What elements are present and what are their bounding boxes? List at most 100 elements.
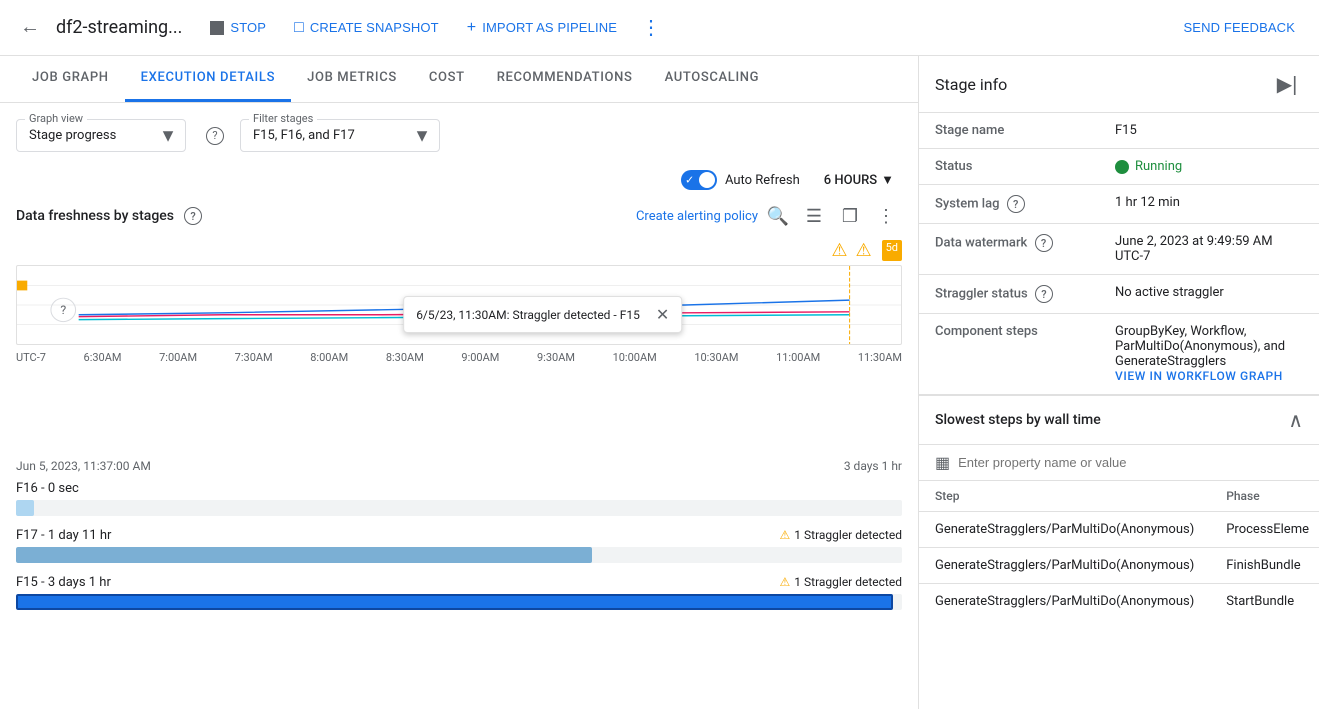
straggler-status-value: No active straggler xyxy=(1099,275,1319,314)
tab-recommendations[interactable]: RECOMMENDATIONS xyxy=(481,56,649,102)
stage-time-left: Jun 5, 2023, 11:37:00 AM xyxy=(16,459,151,473)
warning-icon-f17: ⚠ xyxy=(780,528,791,542)
stage-item-f16: F16 - 0 sec xyxy=(16,481,902,516)
graph-controls: Graph view Stage progress ▼ ? Filter sta… xyxy=(0,103,918,168)
tooltip-close-button[interactable]: ✕ xyxy=(656,305,669,324)
stop-button[interactable]: STOP xyxy=(198,14,278,41)
time-range-selector[interactable]: 6 HOURS ▼ xyxy=(816,168,902,192)
send-feedback-button[interactable]: SEND FEEDBACK xyxy=(1172,14,1308,41)
more-chart-icon: ⋮ xyxy=(877,206,895,227)
slowest-steps-title: Slowest steps by wall time xyxy=(935,412,1101,428)
filter-icon: ☰ xyxy=(806,206,822,227)
filter-input[interactable] xyxy=(958,455,1303,470)
slowest-collapse-icon[interactable]: ∧ xyxy=(1288,408,1303,432)
warning-icon-1: ⚠ xyxy=(831,240,847,261)
system-lag-help-icon[interactable]: ? xyxy=(1007,195,1025,213)
data-watermark-value: June 2, 2023 at 9:49:59 AM UTC-7 xyxy=(1099,224,1319,275)
stage-bar-f17 xyxy=(16,547,592,563)
graph-view-label: Graph view xyxy=(25,112,87,125)
time-range-dropdown-icon: ▼ xyxy=(881,172,894,188)
expand-chart-button[interactable]: ❐ xyxy=(834,200,866,232)
warning-icon-2: ⚠ xyxy=(855,240,871,261)
tab-job-metrics[interactable]: JOB METRICS xyxy=(291,56,413,102)
top-bar: ← df2-streaming... STOP □ CREATE SNAPSHO… xyxy=(0,0,1319,56)
warning-icon-f15: ⚠ xyxy=(780,575,791,589)
info-row-data-watermark: Data watermark ? June 2, 2023 at 9:49:59… xyxy=(919,224,1319,275)
phase-cell: FinishBundle xyxy=(1210,548,1319,584)
auto-refresh-row: ✓ Auto Refresh 6 HOURS ▼ xyxy=(0,168,918,200)
create-alert-link[interactable]: Create alerting policy xyxy=(636,209,758,224)
component-steps-value: GroupByKey, Workflow, ParMultiDo(Anonymo… xyxy=(1115,324,1303,369)
toggle-thumb xyxy=(699,172,715,188)
search-icon: 🔍 xyxy=(767,206,789,227)
phase-col-header: Phase xyxy=(1210,481,1319,512)
steps-table: Step Phase GenerateStragglers/ParMultiDo… xyxy=(919,481,1319,619)
search-chart-button[interactable]: 🔍 xyxy=(762,200,794,232)
create-snapshot-button[interactable]: □ CREATE SNAPSHOT xyxy=(282,13,451,43)
stage-name-f17: F17 - 1 day 11 hr xyxy=(16,528,111,543)
status-badge: Running xyxy=(1115,159,1303,174)
stage-info-table: Stage name F15 Status Running System lag… xyxy=(919,113,1319,395)
chart-container: ? 6/5/23, 11:30AM: Straggler detected - … xyxy=(16,265,902,345)
tab-execution-details[interactable]: EXECUTION DETAILS xyxy=(125,56,291,102)
status-running-icon xyxy=(1115,160,1129,174)
slowest-steps-header: Slowest steps by wall time ∧ xyxy=(919,396,1319,445)
auto-refresh-toggle[interactable]: ✓ Auto Refresh xyxy=(681,170,800,190)
straggler-help-icon[interactable]: ? xyxy=(1035,285,1053,303)
stage-time-right: 3 days 1 hr xyxy=(844,459,902,473)
straggler-warning-f15: ⚠ 1 Straggler detected xyxy=(780,575,902,589)
back-button[interactable]: ← xyxy=(12,10,48,46)
table-row: GenerateStragglers/ParMultiDo(Anonymous)… xyxy=(919,584,1319,620)
graph-view-selector[interactable]: Graph view Stage progress ▼ xyxy=(16,119,186,152)
data-watermark-help-icon[interactable]: ? xyxy=(1035,234,1053,252)
chart-help-icon[interactable]: ? xyxy=(184,207,202,225)
more-chart-button[interactable]: ⋮ xyxy=(870,200,902,232)
job-title: df2-streaming... xyxy=(56,17,182,38)
stage-bar-track-f15 xyxy=(16,594,902,610)
table-row: GenerateStragglers/ParMultiDo(Anonymous)… xyxy=(919,512,1319,548)
filter-stages-selector[interactable]: Filter stages F15, F16, and F17 ▼ xyxy=(240,119,440,152)
stage-bar-track-f17 xyxy=(16,547,902,563)
component-steps-label: Component steps xyxy=(919,314,1099,395)
tab-cost[interactable]: COST xyxy=(413,56,481,102)
tab-job-graph[interactable]: JOB GRAPH xyxy=(16,56,125,102)
step-cell: GenerateStragglers/ParMultiDo(Anonymous) xyxy=(919,584,1210,620)
import-pipeline-button[interactable]: + IMPORT AS PIPELINE xyxy=(455,13,629,43)
stage-info-title: Stage info xyxy=(935,75,1007,94)
snapshot-icon: □ xyxy=(294,19,304,37)
stop-icon xyxy=(210,21,224,35)
info-row-system-lag: System lag ? 1 hr 12 min xyxy=(919,185,1319,224)
svg-text:?: ? xyxy=(60,303,66,317)
x-axis: UTC-7 6:30AM 7:00AM 7:30AM 8:00AM 8:30AM… xyxy=(16,349,902,366)
steps-table-header: Step Phase xyxy=(919,481,1319,512)
stage-name-f16: F16 - 0 sec xyxy=(16,481,79,496)
graph-view-help-icon[interactable]: ? xyxy=(206,127,224,145)
stage-bar-f16 xyxy=(16,500,34,516)
straggler-warning-f17: ⚠ 1 Straggler detected xyxy=(780,528,902,542)
stages-section: Jun 5, 2023, 11:37:00 AM 3 days 1 hr F16… xyxy=(0,451,918,709)
filter-stages-arrow-icon: ▼ xyxy=(413,125,431,146)
status-label: Status xyxy=(919,149,1099,185)
tab-autoscaling[interactable]: AUTOSCALING xyxy=(649,56,776,102)
chart-header: Data freshness by stages ? Create alerti… xyxy=(16,200,902,232)
tabs: JOB GRAPH EXECUTION DETAILS JOB METRICS … xyxy=(0,56,918,103)
info-row-component-steps: Component steps GroupByKey, Workflow, Pa… xyxy=(919,314,1319,395)
expand-icon: ❐ xyxy=(842,206,858,227)
filter-row: ▦ xyxy=(919,445,1319,481)
filter-chart-button[interactable]: ☰ xyxy=(798,200,830,232)
collapse-panel-button[interactable]: ▶| xyxy=(1271,68,1303,100)
info-row-stage-name: Stage name F15 xyxy=(919,113,1319,149)
stage-name-label: Stage name xyxy=(919,113,1099,149)
chart-section: Data freshness by stages ? Create alerti… xyxy=(0,200,918,451)
warning-badges: ⚠ ⚠ 5d xyxy=(16,240,902,261)
info-row-straggler-status: Straggler status ? No active straggler xyxy=(919,275,1319,314)
warning-badge-count: 5d xyxy=(882,240,902,261)
step-cell: GenerateStragglers/ParMultiDo(Anonymous) xyxy=(919,512,1210,548)
table-row: GenerateStragglers/ParMultiDo(Anonymous)… xyxy=(919,548,1319,584)
stage-bar-track-f16 xyxy=(16,500,902,516)
right-panel: Stage info ▶| Stage name F15 Status Runn… xyxy=(919,56,1319,709)
top-actions: STOP □ CREATE SNAPSHOT + IMPORT AS PIPEL… xyxy=(198,10,1307,46)
import-icon: + xyxy=(467,19,476,37)
more-actions-button[interactable]: ⋮ xyxy=(633,10,669,46)
view-workflow-link[interactable]: VIEW IN WORKFLOW GRAPH xyxy=(1115,369,1283,383)
